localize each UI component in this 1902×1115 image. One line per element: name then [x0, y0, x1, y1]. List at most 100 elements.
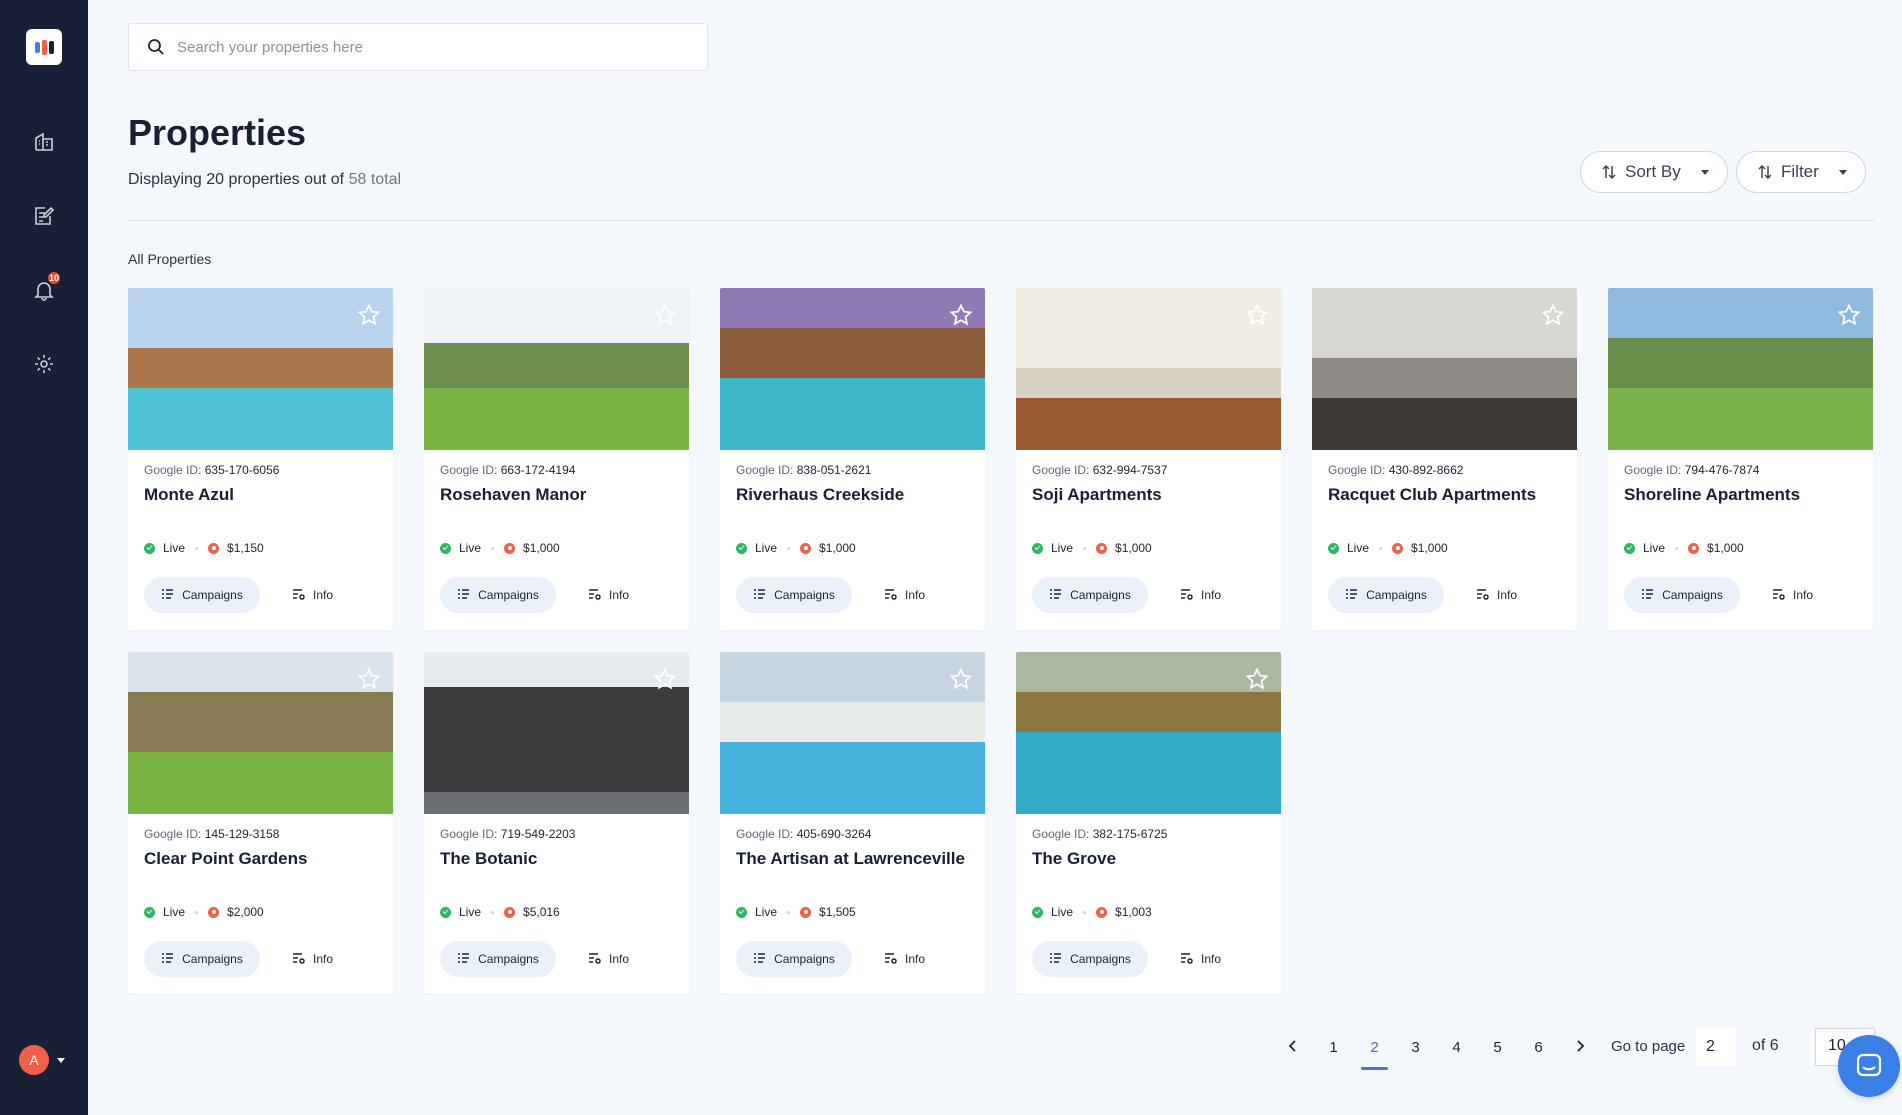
photo-layer — [720, 702, 985, 742]
star-icon[interactable] — [653, 303, 677, 327]
goto-page-input[interactable] — [1696, 1028, 1736, 1066]
info-button[interactable]: Info — [588, 941, 629, 977]
filter-button[interactable]: Filter — [1736, 151, 1866, 193]
property-name[interactable]: The Botanic — [440, 849, 537, 869]
star-icon[interactable] — [1245, 303, 1269, 327]
property-photo[interactable] — [1608, 288, 1873, 450]
photo-layer — [424, 343, 689, 388]
property-photo[interactable] — [1312, 288, 1577, 450]
live-status-icon — [1624, 542, 1635, 554]
photo-layer — [720, 652, 985, 702]
star-icon[interactable] — [949, 303, 973, 327]
campaigns-button[interactable]: Campaigns — [144, 577, 260, 613]
user-menu[interactable]: A — [19, 1045, 65, 1075]
page-6-button[interactable]: 6 — [1518, 1030, 1559, 1066]
star-icon[interactable] — [1541, 303, 1565, 327]
info-button[interactable]: Info — [1180, 577, 1221, 613]
separator-dot — [195, 546, 199, 550]
info-button[interactable]: Info — [1476, 577, 1517, 613]
property-name[interactable]: Clear Point Gardens — [144, 849, 307, 869]
property-photo[interactable] — [128, 652, 393, 814]
photo-layer — [424, 652, 689, 687]
property-photo[interactable] — [128, 288, 393, 450]
campaigns-button[interactable]: Campaigns — [1032, 941, 1148, 977]
sort-by-button[interactable]: Sort By — [1580, 151, 1728, 193]
property-name[interactable]: Riverhaus Creekside — [736, 485, 904, 505]
property-card[interactable]: Google ID: 719-549-2203 The Botanic Live $5… — [424, 652, 689, 994]
property-card[interactable]: Google ID: 405-690-3264 The Artisan at La… — [720, 652, 985, 994]
photo-layer — [128, 652, 393, 692]
campaigns-button[interactable]: Campaigns — [144, 941, 260, 977]
property-photo[interactable] — [720, 652, 985, 814]
status-label: Live — [459, 905, 482, 919]
property-name[interactable]: Rosehaven Manor — [440, 485, 586, 505]
info-button[interactable]: Info — [292, 577, 333, 613]
chat-button[interactable] — [1838, 1035, 1900, 1097]
property-name[interactable]: Shoreline Apartments — [1624, 485, 1800, 505]
property-card[interactable]: Google ID: 145-129-3158 Clear Point Garde… — [128, 652, 393, 994]
property-card[interactable]: Google ID: 430-892-8662 Racquet Club Apar… — [1312, 288, 1577, 630]
live-status-icon — [1032, 542, 1043, 554]
filter-label: Filter — [1781, 162, 1819, 181]
property-card[interactable]: Google ID: 382-175-6725 The Grove Live $1,0… — [1016, 652, 1281, 994]
reports-icon[interactable] — [30, 202, 58, 230]
star-icon[interactable] — [949, 667, 973, 691]
page-5-button[interactable]: 5 — [1477, 1030, 1518, 1066]
page-1-button[interactable]: 1 — [1313, 1030, 1354, 1066]
campaigns-button[interactable]: Campaigns — [736, 941, 852, 977]
campaigns-button[interactable]: Campaigns — [1032, 577, 1148, 613]
page-4-button[interactable]: 4 — [1436, 1030, 1477, 1066]
app-logo[interactable] — [26, 29, 62, 65]
property-photo[interactable] — [424, 288, 689, 450]
google-id-value: 838-051-2621 — [796, 463, 872, 477]
property-photo[interactable] — [424, 652, 689, 814]
property-photo[interactable] — [720, 288, 985, 450]
property-card[interactable]: Google ID: 794-476-7874 Shoreline Apartme… — [1608, 288, 1873, 630]
star-icon[interactable] — [357, 303, 381, 327]
campaigns-button[interactable]: Campaigns — [440, 577, 556, 613]
property-card[interactable]: Google ID: 635-170-6056 Monte Azul Live $1,… — [128, 288, 393, 630]
star-icon[interactable] — [1245, 667, 1269, 691]
bell-icon[interactable]: 10 — [30, 270, 62, 304]
property-name[interactable]: Soji Apartments — [1032, 485, 1162, 505]
campaigns-button[interactable]: Campaigns — [1328, 577, 1444, 613]
photo-layer — [1016, 368, 1281, 398]
campaigns-button[interactable]: Campaigns — [440, 941, 556, 977]
star-icon[interactable] — [1837, 303, 1861, 327]
property-name[interactable]: The Artisan at Lawrenceville — [736, 849, 965, 869]
campaigns-button[interactable]: Campaigns — [736, 577, 852, 613]
status-label: Live — [1051, 905, 1074, 919]
avatar: A — [19, 1045, 49, 1075]
photo-layer — [720, 328, 985, 378]
info-button[interactable]: Info — [1180, 941, 1221, 977]
property-photo[interactable] — [1016, 288, 1281, 450]
info-button[interactable]: Info — [292, 941, 333, 977]
info-button[interactable]: Info — [884, 941, 925, 977]
property-name[interactable]: The Grove — [1032, 849, 1116, 869]
settings-icon[interactable] — [30, 350, 58, 378]
property-card[interactable]: Google ID: 632-994-7537 Soji Apartments Li… — [1016, 288, 1281, 630]
campaigns-label: Campaigns — [1366, 588, 1427, 602]
property-name[interactable]: Monte Azul — [144, 485, 234, 505]
photo-layer — [128, 288, 393, 348]
star-icon[interactable] — [357, 667, 381, 691]
campaigns-button[interactable]: Campaigns — [1624, 577, 1740, 613]
property-card[interactable]: Google ID: 663-172-4194 Rosehaven Manor Li… — [424, 288, 689, 630]
property-photo[interactable] — [1016, 652, 1281, 814]
search-input[interactable] — [177, 38, 657, 56]
info-button[interactable]: Info — [588, 577, 629, 613]
info-button[interactable]: Info — [1772, 577, 1813, 613]
property-card[interactable]: Google ID: 838-051-2621 Riverhaus Creeksi… — [720, 288, 985, 630]
page-3-button[interactable]: 3 — [1395, 1030, 1436, 1066]
prev-page-button[interactable] — [1272, 1030, 1313, 1066]
property-name[interactable]: Racquet Club Apartments — [1328, 485, 1536, 505]
photo-layer — [1016, 732, 1281, 814]
next-page-button[interactable] — [1559, 1030, 1600, 1066]
star-icon[interactable] — [653, 667, 677, 691]
info-label: Info — [1201, 588, 1222, 602]
campaigns-icon — [1345, 588, 1358, 603]
info-button[interactable]: Info — [884, 577, 925, 613]
properties-icon[interactable] — [30, 127, 58, 155]
page-2-button[interactable]: 2 — [1354, 1030, 1395, 1070]
campaigns-label: Campaigns — [774, 952, 835, 966]
